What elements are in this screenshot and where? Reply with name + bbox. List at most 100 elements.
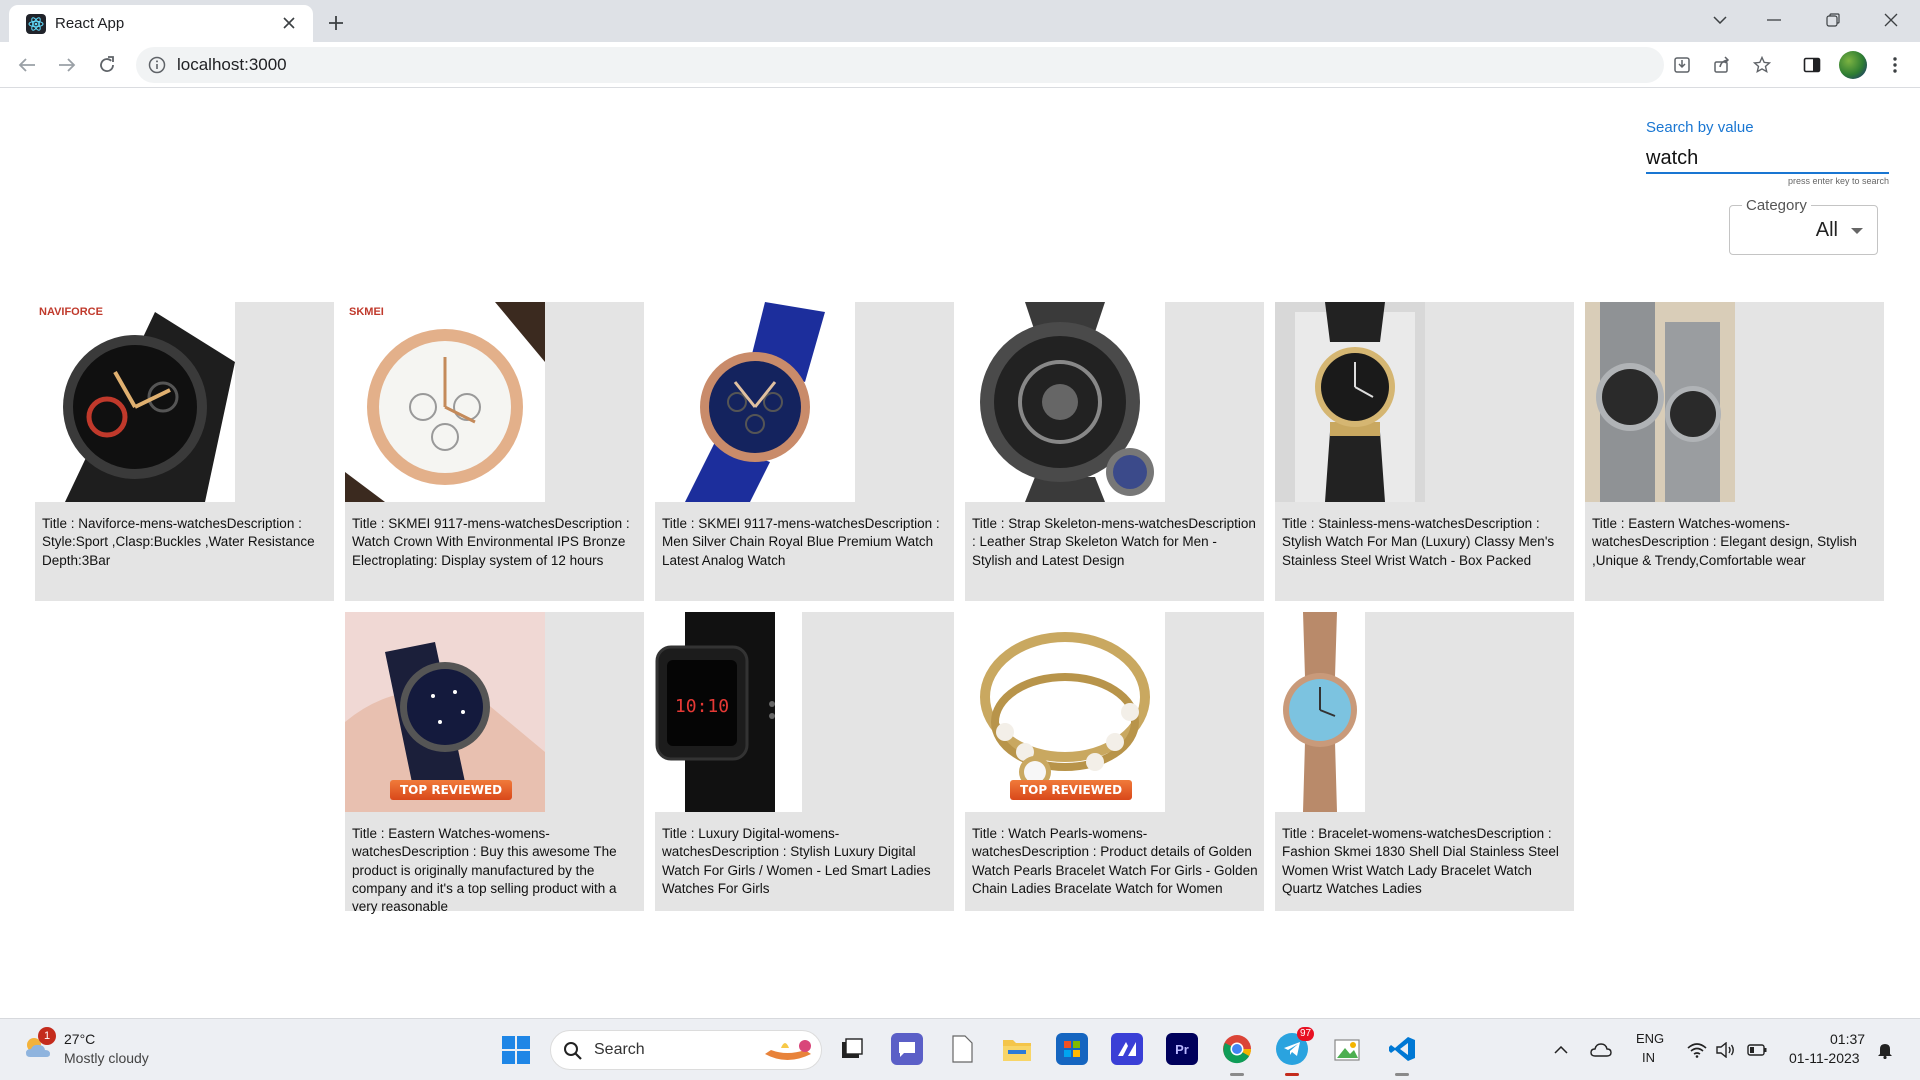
telegram-badge: 97 [1297, 1027, 1315, 1041]
clock-date[interactable]: 01-11-2023 [1789, 1050, 1860, 1066]
product-card[interactable]: NAVIFORCE Title : Naviforce-mens-watches… [35, 302, 334, 601]
product-description: Title : Watch Pearls-womens-watchesDescr… [972, 826, 1258, 896]
windows-start-icon[interactable] [502, 1036, 530, 1064]
vscode-icon[interactable] [1386, 1033, 1418, 1065]
file-explorer-icon[interactable] [1001, 1033, 1033, 1065]
show-hidden-icons-chevron-icon[interactable] [1550, 1039, 1572, 1061]
chrome-icon[interactable] [1221, 1033, 1253, 1065]
product-description: Title : Naviforce-mens-watchesDescriptio… [42, 516, 315, 568]
language-indicator[interactable]: ENG [1636, 1031, 1664, 1046]
clock-time[interactable]: 01:37 [1830, 1031, 1865, 1047]
taskbar-search-box[interactable]: Search [550, 1030, 822, 1070]
top-reviewed-badge: TOP REVIEWED [390, 780, 513, 800]
install-app-icon[interactable] [1666, 49, 1698, 81]
category-value: All [1815, 219, 1838, 241]
telegram-active-indicator [1285, 1073, 1299, 1076]
taskbar: 1 27°C Mostly cloudy Search Pr 97 ENG IN… [0, 1018, 1920, 1080]
browser-tab-strip: React App [0, 0, 1920, 42]
microsoft-store-icon[interactable] [1056, 1033, 1088, 1065]
app-page: Search by value press enter key to searc… [0, 89, 1920, 1018]
chrome-active-indicator [1230, 1073, 1244, 1076]
product-description: Title : Eastern Watches-womens-watchesDe… [352, 826, 617, 915]
react-logo-icon [26, 14, 46, 34]
site-info-icon[interactable] [148, 56, 166, 74]
weather-temperature: 27°C [64, 1031, 96, 1047]
product-card[interactable]: Title : Stainless-mens-watchesDescriptio… [1275, 302, 1574, 601]
brand-logo: SKMEI [349, 306, 384, 318]
led-display-text: 10:10 [675, 696, 729, 717]
teams-chat-icon[interactable] [891, 1033, 923, 1065]
share-icon[interactable] [1706, 49, 1738, 81]
search-icon [563, 1041, 583, 1061]
vscode-active-indicator [1395, 1073, 1409, 1076]
menu-kebab-icon[interactable] [1879, 49, 1911, 81]
product-description: Title : SKMEI 9117-mens-watchesDescripti… [662, 516, 940, 568]
product-description: Title : Eastern Watches-womens-watchesDe… [1592, 516, 1857, 568]
notification-bell-icon[interactable] [1874, 1039, 1896, 1061]
browser-tab[interactable]: React App [9, 5, 313, 42]
product-description: Title : Luxury Digital-womens-watchesDes… [662, 826, 931, 896]
back-icon[interactable] [11, 49, 43, 81]
product-card[interactable]: Title : SKMEI 9117-mens-watchesDescripti… [655, 302, 954, 601]
search-input[interactable] [1646, 144, 1889, 174]
search-field: Search by value press enter key to searc… [1646, 119, 1889, 186]
wifi-icon[interactable] [1686, 1039, 1708, 1061]
diwali-lamp-icon [765, 1040, 811, 1060]
browser-toolbar: localhost:3000 [0, 42, 1920, 88]
task-view-icon[interactable] [836, 1033, 868, 1065]
new-tab-icon[interactable] [322, 9, 350, 37]
product-image [1585, 302, 1735, 502]
onedrive-cloud-icon[interactable] [1590, 1039, 1612, 1061]
notepad-file-icon[interactable] [946, 1033, 978, 1065]
product-description: Title : SKMEI 9117-mens-watchesDescripti… [352, 516, 630, 568]
product-card[interactable]: 10:10 Title : Luxury Digital-womens-watc… [655, 612, 954, 911]
product-description: Title : Strap Skeleton-mens-watchesDescr… [972, 516, 1256, 568]
product-image: SKMEI [345, 302, 545, 502]
close-tab-icon[interactable] [279, 13, 299, 33]
brand-logo: NAVIFORCE [39, 306, 103, 318]
bookmark-star-icon[interactable] [1746, 49, 1778, 81]
category-label: Category [1742, 197, 1811, 214]
product-card[interactable]: SKMEI Title : SKMEI 9117-mens-watchesDes… [345, 302, 644, 601]
product-description: Title : Bracelet-womens-watchesDescripti… [1282, 826, 1559, 896]
top-reviewed-badge: TOP REVIEWED [1010, 780, 1133, 800]
product-image: TOP REVIEWED [965, 612, 1165, 812]
restore-icon[interactable] [1815, 4, 1851, 36]
profile-avatar[interactable] [1839, 51, 1867, 79]
photos-icon[interactable] [1331, 1033, 1363, 1065]
reload-icon[interactable] [91, 49, 123, 81]
dropdown-arrow-icon [1851, 228, 1863, 234]
product-image: TOP REVIEWED [345, 612, 545, 812]
product-card[interactable]: TOP REVIEWED Title : Watch Pearls-womens… [965, 612, 1264, 911]
search-helper-text: press enter key to search [1787, 176, 1889, 186]
weather-description: Mostly cloudy [64, 1050, 149, 1066]
close-window-icon[interactable] [1873, 4, 1909, 36]
product-card[interactable]: Title : Eastern Watches-womens-watchesDe… [1585, 302, 1884, 601]
side-panel-icon[interactable] [1796, 49, 1828, 81]
tab-search-chevron-icon[interactable] [1702, 4, 1738, 36]
minimize-icon[interactable] [1756, 4, 1792, 36]
product-image [1275, 612, 1365, 812]
product-image [655, 302, 855, 502]
weather-notification-badge: 1 [38, 1027, 56, 1045]
volume-icon[interactable] [1715, 1039, 1737, 1061]
language-region: IN [1642, 1050, 1655, 1065]
category-select[interactable]: Category All [1729, 197, 1878, 255]
battery-icon[interactable] [1746, 1039, 1768, 1061]
product-image: 10:10 [655, 612, 802, 812]
forward-icon[interactable] [51, 49, 83, 81]
product-card[interactable]: TOP REVIEWED Title : Eastern Watches-wom… [345, 612, 644, 914]
product-image: NAVIFORCE [35, 302, 235, 502]
product-image [1275, 302, 1425, 502]
product-card[interactable]: Title : Bracelet-womens-watchesDescripti… [1275, 612, 1574, 911]
taskbar-search-text: Search [594, 1041, 645, 1058]
app-studio-icon[interactable] [1111, 1033, 1143, 1065]
address-bar[interactable]: localhost:3000 [136, 47, 1664, 83]
product-description: Title : Stainless-mens-watchesDescriptio… [1282, 516, 1555, 568]
tab-title: React App [55, 15, 125, 32]
url-text: localhost:3000 [177, 55, 287, 74]
product-card[interactable]: Title : Strap Skeleton-mens-watchesDescr… [965, 302, 1264, 601]
search-label: Search by value [1646, 119, 1754, 136]
premiere-pro-icon[interactable]: Pr [1166, 1033, 1198, 1065]
product-image [965, 302, 1165, 502]
